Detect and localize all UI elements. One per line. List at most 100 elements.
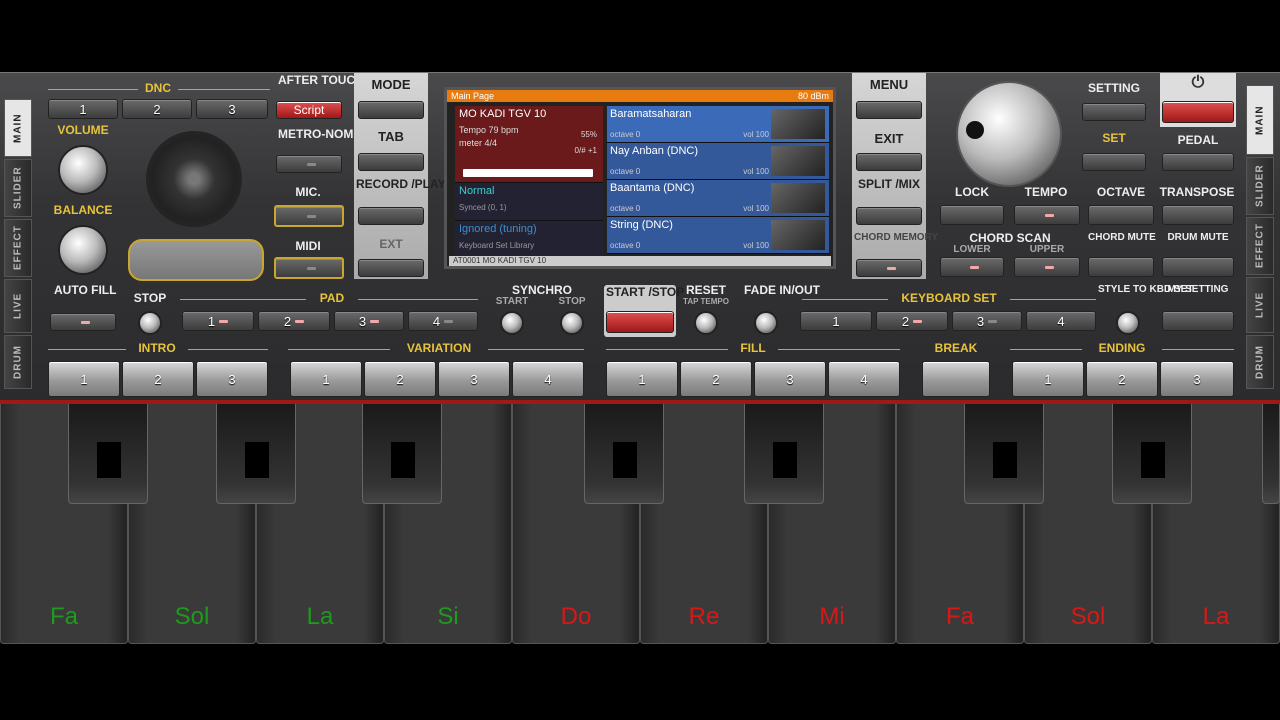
start-stop-button[interactable]: [606, 311, 674, 333]
ext-label: EXT: [379, 237, 403, 251]
side-tab-live-right[interactable]: LIVE: [1246, 277, 1274, 333]
chord-mute-button[interactable]: [1088, 257, 1154, 277]
drum-mute-button[interactable]: [1162, 257, 1234, 277]
side-tab-live-left[interactable]: LIVE: [4, 279, 32, 333]
ending-button-2[interactable]: 2: [1086, 361, 1158, 397]
split-mix-button[interactable]: [856, 207, 922, 225]
variation-button-3[interactable]: 3: [438, 361, 510, 397]
black-key-2[interactable]: [216, 404, 296, 504]
side-tab-main-left[interactable]: MAIN: [4, 99, 32, 157]
mic-button[interactable]: [274, 205, 344, 227]
black-key-8[interactable]: [1262, 404, 1280, 504]
side-tab-drum-right[interactable]: DRUM: [1246, 335, 1274, 389]
reset-knob[interactable]: [694, 311, 718, 335]
dnc-button-3[interactable]: 3: [196, 99, 268, 119]
pedal-button[interactable]: [1162, 153, 1234, 171]
chord-scan-lower-button[interactable]: [940, 257, 1004, 277]
side-tab-effect-right[interactable]: EFFECT: [1246, 217, 1274, 275]
data-dial[interactable]: [956, 81, 1062, 187]
side-tab-slider-left[interactable]: SLIDER: [4, 159, 32, 217]
variation-button-2[interactable]: 2: [364, 361, 436, 397]
style-to-kbd-knob[interactable]: [1116, 311, 1140, 335]
track-2[interactable]: Nay Anban (DNC) octave 0 vol 100: [607, 143, 829, 180]
style-to-kbd-label: STYLE TO KBD SET: [1098, 284, 1194, 295]
black-key-5[interactable]: [744, 404, 824, 504]
after-touch-script-button[interactable]: Script: [276, 101, 342, 119]
fill-button-3[interactable]: 3: [754, 361, 826, 397]
pad-button-3[interactable]: 3: [334, 311, 404, 331]
side-tab-effect-left[interactable]: EFFECT: [4, 219, 32, 277]
black-key-3[interactable]: [362, 404, 442, 504]
pad-button-4[interactable]: 4: [408, 311, 478, 331]
tab-button[interactable]: [358, 153, 424, 171]
dnc-button-1[interactable]: 1: [48, 99, 118, 119]
variation-button-4[interactable]: 4: [512, 361, 584, 397]
variation-button-1[interactable]: 1: [290, 361, 362, 397]
tempo-button[interactable]: [1014, 205, 1080, 225]
pad-button-1[interactable]: 1: [182, 311, 254, 331]
intro-button-2[interactable]: 2: [122, 361, 194, 397]
chord-memory-button[interactable]: [856, 259, 922, 277]
pad-button-2[interactable]: 2: [258, 311, 330, 331]
set-button[interactable]: [1082, 153, 1146, 171]
track-3[interactable]: Baantama (DNC) octave 0 vol 100: [607, 180, 829, 217]
auto-fill-button[interactable]: [50, 313, 116, 331]
intro-button-3[interactable]: 3: [196, 361, 268, 397]
exit-button[interactable]: [856, 153, 922, 171]
ending-button-1[interactable]: 1: [1012, 361, 1084, 397]
fill-button-4[interactable]: 4: [828, 361, 900, 397]
track-4[interactable]: String (DNC) octave 0 vol 100: [607, 217, 829, 254]
track-2-name: Nay Anban (DNC): [610, 145, 699, 157]
chord-scan-upper-button[interactable]: [1014, 257, 1080, 277]
black-key-7[interactable]: [1112, 404, 1192, 504]
metronome-button[interactable]: [276, 155, 342, 173]
side-tab-drum-left[interactable]: DRUM: [4, 335, 32, 389]
keyboard-set-button-4[interactable]: 4: [1026, 311, 1096, 331]
keyboard-set-button-2[interactable]: 2: [876, 311, 948, 331]
left-row-2[interactable]: Ignored (tuning) Keyboard Set Library: [455, 220, 603, 258]
black-key-1[interactable]: [68, 404, 148, 504]
octave-button[interactable]: [1088, 205, 1154, 225]
track-4-volume: vol 100: [743, 241, 769, 250]
ext-button[interactable]: [358, 259, 424, 277]
menu-button[interactable]: [856, 101, 922, 119]
volume-knob[interactable]: [58, 145, 108, 195]
balance-knob[interactable]: [58, 225, 108, 275]
lock-button[interactable]: [940, 205, 1004, 225]
style-info[interactable]: MO KADI TGV 10 Tempo 79 bpm 55% meter 4/…: [455, 106, 603, 182]
fade-knob[interactable]: [754, 311, 778, 335]
note-label-8: Fa: [945, 603, 974, 630]
keyboard-set-button-1[interactable]: 1: [800, 311, 872, 331]
my-setting-button[interactable]: [1162, 311, 1234, 331]
chord-scan-label: CHORD SCAN: [969, 231, 1051, 245]
keyboard-set-button-3[interactable]: 3: [952, 311, 1022, 331]
black-key-6[interactable]: [964, 404, 1044, 504]
synchro-stop-knob[interactable]: [560, 311, 584, 335]
note-label-9: Sol: [1070, 603, 1106, 630]
stop-knob[interactable]: [138, 311, 162, 335]
power-button[interactable]: [1162, 101, 1234, 123]
ending-button-3[interactable]: 3: [1160, 361, 1234, 397]
track-1[interactable]: Baramatsaharan octave 0 vol 100: [607, 106, 829, 143]
break-button[interactable]: [922, 361, 990, 397]
joystick-pad[interactable]: [146, 131, 242, 227]
fill-button-1[interactable]: 1: [606, 361, 678, 397]
setting-button[interactable]: [1082, 103, 1146, 121]
display-signal: 80 dBm: [797, 91, 829, 101]
side-tab-slider-right[interactable]: SLIDER: [1246, 157, 1274, 215]
black-key-4[interactable]: [584, 404, 664, 504]
synchro-start-knob[interactable]: [500, 311, 524, 335]
left-row-1[interactable]: Normal Synced (0, 1): [455, 182, 603, 220]
variation-label: VARIATION: [406, 341, 472, 355]
midi-button[interactable]: [274, 257, 344, 279]
intro-line-right: [188, 349, 268, 350]
pitch-bend-pad[interactable]: [128, 239, 264, 281]
record-play-button[interactable]: [358, 207, 424, 225]
dnc-button-2[interactable]: 2: [122, 99, 192, 119]
transpose-button[interactable]: [1162, 205, 1234, 225]
intro-button-1[interactable]: 1: [48, 361, 120, 397]
fill-button-2[interactable]: 2: [680, 361, 752, 397]
mode-button[interactable]: [358, 101, 424, 119]
side-tab-main-right[interactable]: MAIN: [1246, 85, 1274, 155]
fill-line-right: [778, 349, 900, 350]
